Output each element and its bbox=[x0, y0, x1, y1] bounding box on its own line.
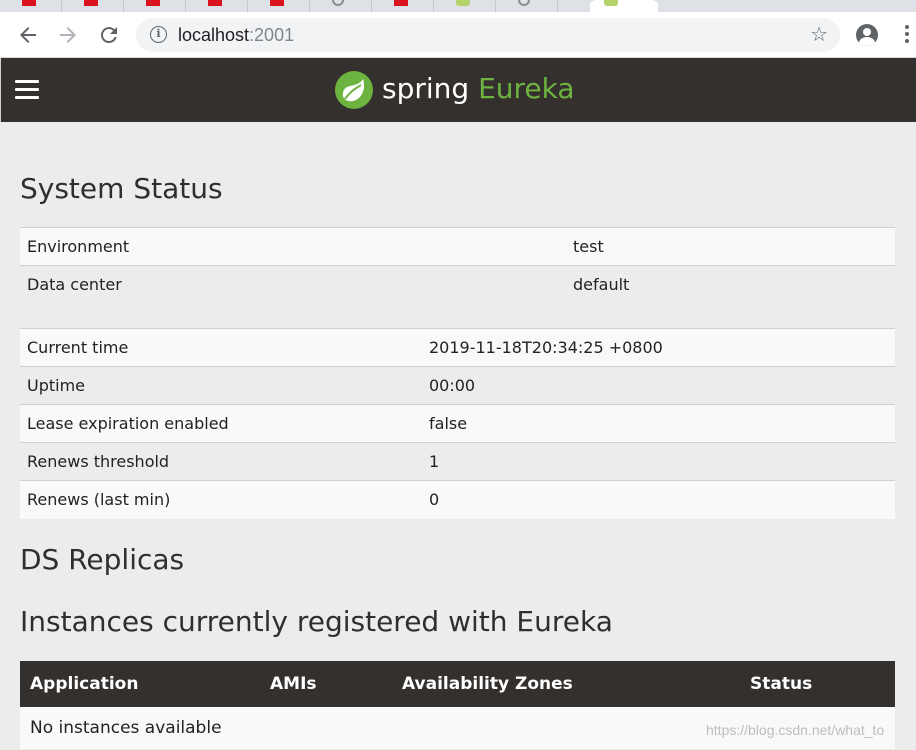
favicon-icon bbox=[394, 0, 408, 6]
watermark-text: https://blog.csdn.net/what_to bbox=[706, 722, 885, 738]
url-host: localhost bbox=[178, 25, 250, 45]
back-arrow-icon[interactable] bbox=[16, 23, 40, 47]
table-row: Environment test bbox=[20, 227, 895, 266]
browser-tab[interactable] bbox=[0, 0, 62, 12]
row-label: Environment bbox=[20, 227, 566, 266]
row-value: 00:00 bbox=[422, 366, 895, 405]
browser-tab[interactable] bbox=[496, 0, 558, 12]
url-port: :2001 bbox=[249, 25, 295, 45]
app-header: spring Eureka bbox=[0, 58, 916, 122]
browser-tab[interactable] bbox=[372, 0, 434, 12]
browser-tab-active[interactable] bbox=[590, 0, 658, 12]
browser-menu-icon[interactable] bbox=[905, 23, 911, 47]
row-value: test bbox=[566, 227, 895, 266]
row-label: Lease expiration enabled bbox=[20, 404, 422, 443]
environment-table: Environment test Data center default bbox=[20, 227, 895, 304]
browser-tab[interactable] bbox=[62, 0, 124, 12]
reload-icon[interactable] bbox=[97, 23, 121, 47]
row-value: default bbox=[566, 265, 895, 304]
spring-leaf-icon bbox=[335, 71, 373, 109]
row-value: 1 bbox=[422, 442, 895, 481]
column-header-application[interactable]: Application bbox=[20, 661, 260, 707]
url-text: localhost:2001 bbox=[178, 24, 294, 46]
spring-favicon-icon bbox=[604, 0, 618, 6]
column-header-status[interactable]: Status bbox=[740, 661, 895, 707]
row-value: false bbox=[422, 404, 895, 443]
address-bar[interactable]: i localhost:2001 ☆ bbox=[136, 18, 840, 52]
table-row: Lease expiration enabled false bbox=[20, 404, 895, 443]
browser-tab-strip bbox=[0, 0, 916, 12]
row-value: 2019-11-18T20:34:25 +0800 bbox=[422, 328, 895, 367]
table-row: Renews threshold 1 bbox=[20, 442, 895, 481]
browser-tab[interactable] bbox=[310, 0, 372, 12]
row-value: 0 bbox=[422, 480, 895, 519]
bookmark-star-icon[interactable]: ☆ bbox=[810, 22, 828, 46]
table-row: Current time 2019-11-18T20:34:25 +0800 bbox=[20, 328, 895, 367]
hamburger-menu-icon[interactable] bbox=[15, 80, 39, 100]
spring-favicon-icon bbox=[456, 0, 470, 6]
favicon-icon bbox=[146, 0, 160, 6]
profile-avatar-icon[interactable] bbox=[856, 24, 878, 46]
ds-replicas-title: DS Replicas bbox=[20, 543, 185, 576]
browser-tab[interactable] bbox=[434, 0, 496, 12]
runtime-status-table: Current time 2019-11-18T20:34:25 +0800 U… bbox=[20, 328, 895, 519]
favicon-icon bbox=[270, 0, 284, 6]
favicon-icon bbox=[22, 0, 36, 6]
table-header-row: Application AMIs Availability Zones Stat… bbox=[20, 661, 895, 707]
favicon-icon bbox=[84, 0, 98, 6]
row-label: Current time bbox=[20, 328, 422, 367]
browser-toolbar: i localhost:2001 ☆ bbox=[0, 12, 916, 58]
globe-icon bbox=[332, 0, 344, 6]
info-icon[interactable]: i bbox=[150, 26, 167, 43]
browser-tab[interactable] bbox=[186, 0, 248, 12]
browser-tab[interactable] bbox=[248, 0, 310, 12]
row-label: Data center bbox=[20, 265, 566, 304]
row-label: Renews threshold bbox=[20, 442, 422, 481]
forward-arrow-icon[interactable] bbox=[56, 23, 80, 47]
row-label: Uptime bbox=[20, 366, 422, 405]
instances-title: Instances currently registered with Eure… bbox=[20, 605, 613, 638]
row-label: Renews (last min) bbox=[20, 480, 422, 519]
column-header-amis[interactable]: AMIs bbox=[260, 661, 392, 707]
system-status-title: System Status bbox=[20, 172, 223, 205]
brand-eureka: Eureka bbox=[478, 72, 575, 105]
globe-icon bbox=[518, 0, 530, 6]
favicon-icon bbox=[208, 0, 222, 6]
brand-spring: spring bbox=[382, 72, 470, 105]
table-row: Renews (last min) 0 bbox=[20, 480, 895, 519]
browser-tab[interactable] bbox=[124, 0, 186, 12]
brand-text: spring Eureka bbox=[382, 72, 575, 106]
table-row: Data center default bbox=[20, 265, 895, 304]
column-header-availability-zones[interactable]: Availability Zones bbox=[392, 661, 740, 707]
table-row: Uptime 00:00 bbox=[20, 366, 895, 405]
